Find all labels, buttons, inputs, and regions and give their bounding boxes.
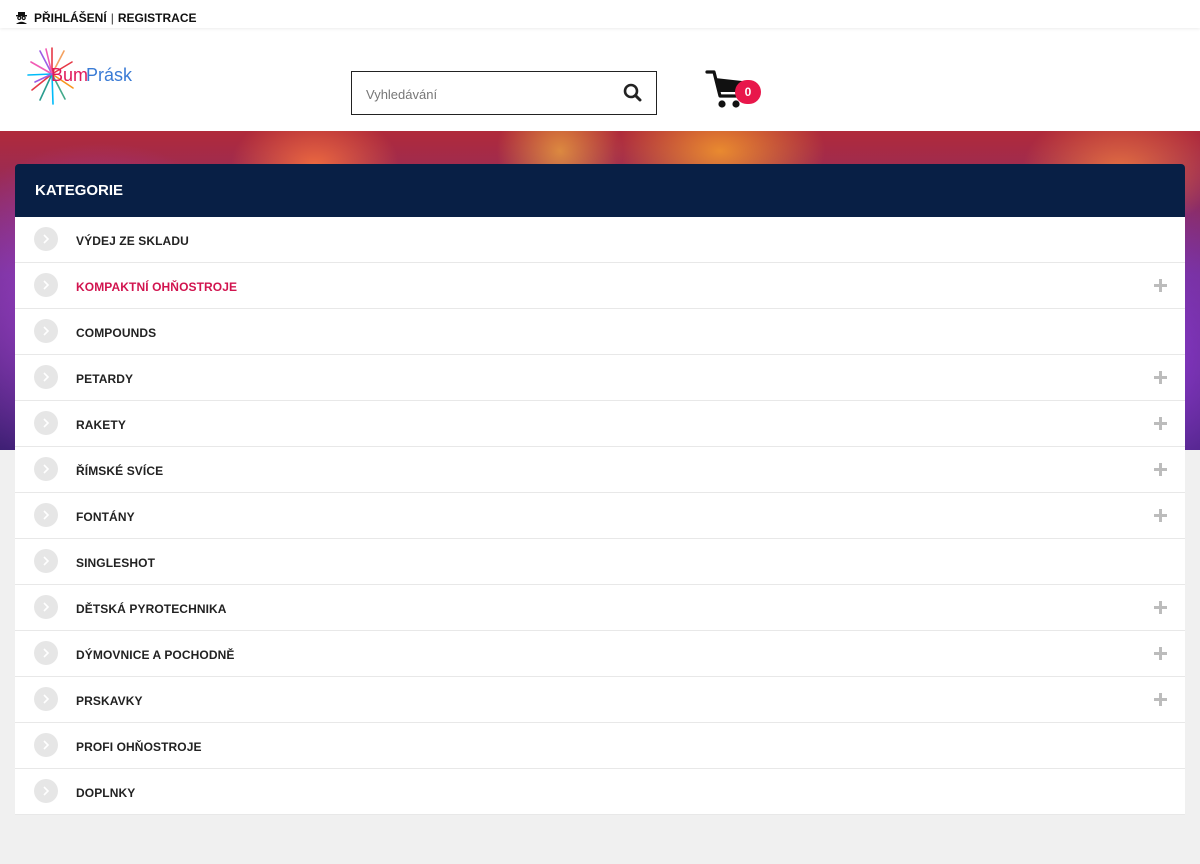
category-item[interactable]: VÝDEJ ZE SKLADU [15,217,1185,263]
chevron-right-icon [34,779,58,803]
chevron-right-icon [34,319,58,343]
chevron-right-icon [34,227,58,251]
category-item[interactable]: PROFI OHŇOSTROJE [15,723,1185,769]
category-label[interactable]: FONTÁNY [76,510,135,524]
cart-count-badge: 0 [735,80,761,104]
category-label[interactable]: DOPLNKY [76,786,135,800]
cart-button[interactable]: 0 [705,69,765,114]
logo-text-bum: Bum [51,65,88,85]
category-item[interactable]: DĚTSKÁ PYROTECHNIKA [15,585,1185,631]
expand-plus-icon[interactable] [1154,693,1167,706]
search-input[interactable] [364,83,608,105]
category-item[interactable]: ŘÍMSKÉ SVÍCE [15,447,1185,493]
category-list: VÝDEJ ZE SKLADU KOMPAKTNÍ OHŇOSTROJE COMPO… [15,217,1185,815]
expand-plus-icon[interactable] [1154,279,1167,292]
register-link[interactable]: REGISTRACE [118,11,197,25]
user-secret-icon [16,12,27,24]
search-icon[interactable] [622,82,644,104]
chevron-right-icon [34,365,58,389]
top-bar: PŘIHLÁŠENÍ | REGISTRACE [0,0,1200,28]
chevron-right-icon [34,549,58,573]
chevron-right-icon [34,641,58,665]
chevron-right-icon [34,503,58,527]
chevron-right-icon [34,457,58,481]
category-heading: KATEGORIE [15,164,1185,217]
category-label[interactable]: DĚTSKÁ PYROTECHNIKA [76,602,227,616]
expand-plus-icon[interactable] [1154,647,1167,660]
link-separator: | [110,11,114,25]
expand-plus-icon[interactable] [1154,371,1167,384]
category-item[interactable]: COMPOUNDS [15,309,1185,355]
site-header: Bum Prásk 0 [0,28,1200,131]
category-item[interactable]: RAKETY [15,401,1185,447]
expand-plus-icon[interactable] [1154,463,1167,476]
category-label[interactable]: VÝDEJ ZE SKLADU [76,234,189,248]
bumprask-logo[interactable]: Bum Prásk [26,44,148,108]
category-label[interactable]: KOMPAKTNÍ OHŇOSTROJE [76,280,237,294]
category-label[interactable]: ŘÍMSKÉ SVÍCE [76,464,163,478]
chevron-right-icon [34,595,58,619]
expand-plus-icon[interactable] [1154,509,1167,522]
category-label[interactable]: PETARDY [76,372,133,386]
category-item[interactable]: FONTÁNY [15,493,1185,539]
category-item[interactable]: DOPLNKY [15,769,1185,815]
expand-plus-icon[interactable] [1154,417,1167,430]
category-label[interactable]: SINGLESHOT [76,556,155,570]
category-item[interactable]: PRSKAVKY [15,677,1185,723]
chevron-right-icon [34,411,58,435]
category-label[interactable]: DÝMOVNICE A POCHODNĚ [76,648,234,662]
category-label[interactable]: PRSKAVKY [76,694,143,708]
login-link[interactable]: PŘIHLÁŠENÍ [34,11,107,25]
chevron-right-icon [34,273,58,297]
search-box [351,71,657,115]
category-label[interactable]: PROFI OHŇOSTROJE [76,740,202,754]
category-item[interactable]: DÝMOVNICE A POCHODNĚ [15,631,1185,677]
category-item[interactable]: SINGLESHOT [15,539,1185,585]
category-panel: KATEGORIE VÝDEJ ZE SKLADU KOMPAKTNÍ OHŇOS… [15,164,1185,864]
chevron-right-icon [34,687,58,711]
category-label[interactable]: RAKETY [76,418,126,432]
category-item[interactable]: PETARDY [15,355,1185,401]
logo-text-prask: Prásk [86,65,133,85]
account-links: PŘIHLÁŠENÍ | REGISTRACE [15,11,197,25]
chevron-right-icon [34,733,58,757]
category-item[interactable]: KOMPAKTNÍ OHŇOSTROJE [15,263,1185,309]
category-label[interactable]: COMPOUNDS [76,326,156,340]
expand-plus-icon[interactable] [1154,601,1167,614]
